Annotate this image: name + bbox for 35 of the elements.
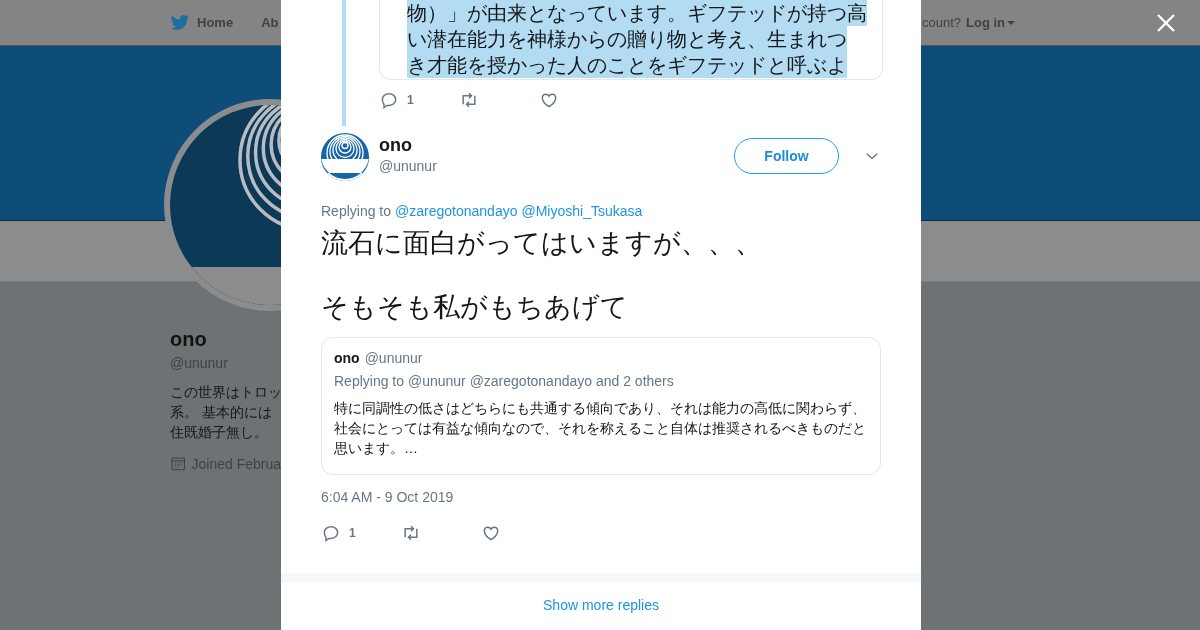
nav-link[interactable]: Home (170, 12, 234, 33)
reply-button[interactable]: 1 (321, 523, 401, 543)
profile-name: ono (170, 328, 208, 351)
user-name: ono (334, 350, 360, 366)
mention-link[interactable]: @Miyoshi_Tsukasa (521, 203, 643, 219)
quoted-tweet-text: 特に同調性の低さはどちらにも共通する傾向であり、それは能力の高低に関わらず、社会にとっては有益な傾向なので、それを称えること自体は推奨されるべきものだと思います。… (334, 399, 867, 458)
replying-text: Replying to @ununur @zaregotonandayo and 2 others (334, 373, 675, 389)
show-more-replies-link[interactable]: Show more replies (281, 597, 921, 613)
profile-bio-line: 住既婚子無し。 (170, 424, 269, 442)
tweet-timestamp: 6:04 AM - 9 Oct 2019 (321, 489, 455, 505)
reply-icon (321, 523, 341, 543)
user-name: ono (379, 135, 413, 156)
reply-button[interactable]: 1 (379, 90, 459, 110)
profile-bio-line: 系。 基本的には (170, 404, 273, 422)
follow-button[interactable]: Follow (734, 138, 839, 174)
heart-icon (539, 90, 559, 110)
user-handle: @ununur (364, 350, 423, 366)
user-avatar (321, 133, 369, 181)
user-handle: @ununur (379, 158, 438, 174)
login-link[interactable]: Log in (966, 15, 1015, 30)
profile-bio-line: この世界はトロッ (170, 384, 281, 402)
nav-link[interactable]: Ab (261, 12, 279, 33)
heart-icon (481, 523, 501, 543)
account-prompt: count? (921, 15, 961, 30)
tweet-text: そもそも私がもちあげて (321, 291, 628, 323)
retweet-icon (459, 90, 479, 110)
caret-icon (1007, 20, 1015, 25)
reply-icon (379, 90, 399, 110)
tweet-text: 流石に面白がってはいますが、、、 (321, 227, 762, 259)
bird-icon (170, 12, 190, 33)
mention-link[interactable]: @zaregotonandayo (395, 203, 518, 219)
retweet-icon (401, 523, 421, 543)
calendar-icon (170, 455, 187, 472)
close-icon[interactable] (1156, 13, 1176, 33)
replying-label: Replying to (321, 203, 392, 219)
